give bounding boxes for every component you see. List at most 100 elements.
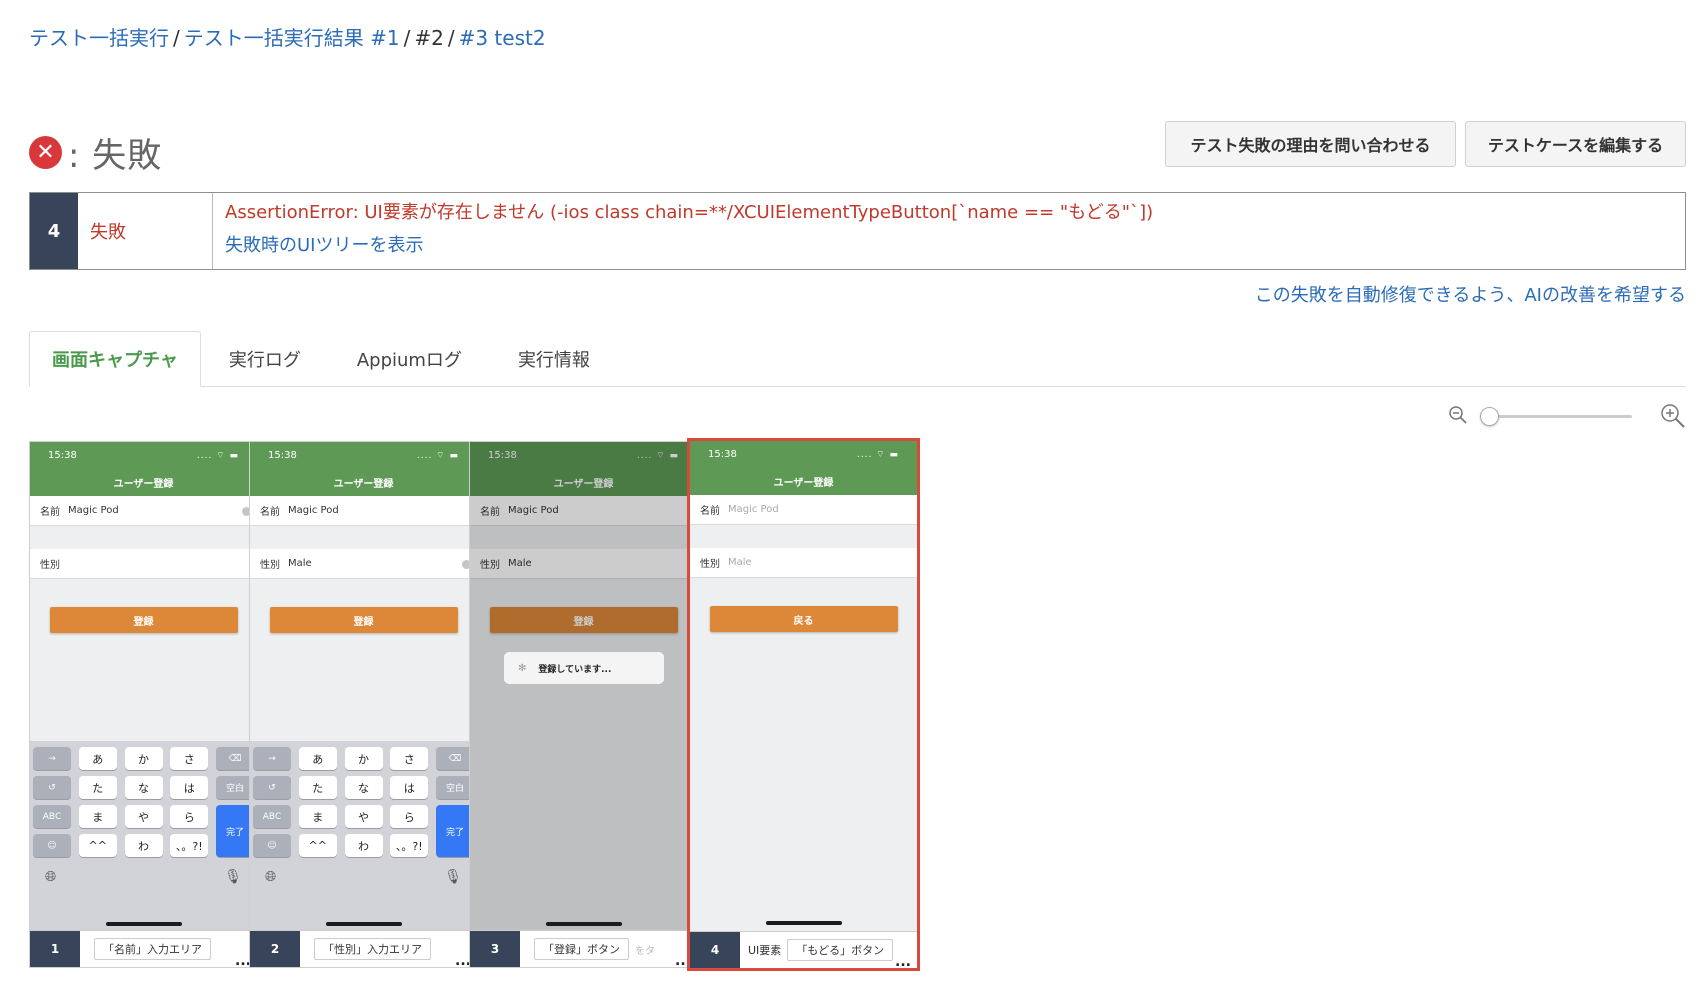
keyboard-row: ↺ た な は 空白 [253, 776, 474, 799]
breadcrumb-batch-run[interactable]: テスト一括実行 [29, 26, 169, 50]
result-status: ✕ : 失敗 [29, 128, 162, 177]
zoom-slider[interactable] [1480, 407, 1632, 426]
loading-hud: ✻ 登録しています... [504, 652, 664, 684]
screenshot-card-step-3[interactable]: 15:38 .... ⌔ ▬ ユーザー登録 名前 Magic Pod 性別 Ma… [469, 441, 698, 968]
breadcrumb-separator: / [447, 26, 455, 50]
phone-gender-label: 性別 [700, 559, 720, 570]
keyboard-key: は [390, 776, 429, 799]
screenshot-card-step-2[interactable]: 15:38 .... ⌔ ▬ ユーザー登録 名前 Magic Pod 性別 Ma… [249, 441, 478, 968]
tab-execution-info[interactable]: 実行情報 [490, 331, 618, 387]
phone-gender-value: Male [288, 558, 312, 569]
keyboard-bottom-bar: 🌐︎ 🎙︎ [33, 863, 254, 885]
phone-time: 15:38 [268, 449, 297, 461]
keyboard-key: あ [78, 747, 117, 770]
signal-wifi-battery-icon: .... ⌔ ▬ [856, 449, 899, 460]
tab-execution-log[interactable]: 実行ログ [201, 331, 329, 387]
globe-icon: 🌐︎ [265, 869, 277, 885]
breadcrumb-separator: / [173, 26, 180, 50]
device-screenshot: 15:38 .... ⌔ ▬ ユーザー登録 名前 Magic Pod 性別 Ma… [250, 442, 477, 932]
phone-gender-row: 性別 Male [250, 549, 477, 579]
dim-overlay [470, 442, 697, 932]
keyboard-row: ABC ま や ら 完了 [33, 805, 254, 857]
phone-section-gap [250, 526, 477, 549]
screenshot-card-step-4[interactable]: 15:38 .... ⌔ ▬ ユーザー登録 名前 Magic Pod 性別 Ma… [687, 438, 920, 971]
phone-section-gap [30, 526, 257, 549]
phone-name-value: Magic Pod [68, 505, 119, 516]
phone-nav-title: ユーザー登録 [250, 468, 477, 496]
phone-back-button: 戻る [709, 606, 898, 632]
keyboard-key: → [253, 747, 291, 770]
keyboard-key: わ [344, 834, 383, 857]
home-indicator [545, 922, 622, 926]
zoom-in-icon[interactable] [1660, 403, 1686, 429]
keyboard-key: は [170, 776, 209, 799]
phone-nav-title: ユーザー登録 [30, 468, 257, 496]
element-chip: 「もどる」ボタン [787, 939, 894, 961]
keyboard-key: な [344, 776, 383, 799]
element-chip: 「登録」ボタン [534, 938, 629, 960]
phone-name-label: 名前 [700, 506, 720, 517]
breadcrumb-batch-result[interactable]: テスト一括実行結果 #1 [184, 26, 400, 50]
phone-section-gap [690, 525, 917, 548]
home-indicator [765, 921, 842, 925]
keyboard-key: 、。?! [390, 834, 429, 857]
keyboard-key: あ [298, 747, 337, 770]
keyboard-key: ☺ [33, 834, 71, 857]
keyboard-row: ↺ た な は 空白 [33, 776, 254, 799]
keyboard-key: ABC [33, 805, 71, 828]
keyboard-key: ↺ [253, 776, 291, 799]
more-icon[interactable]: ... [895, 955, 911, 969]
keyboard-key: 、。?! [170, 834, 209, 857]
phone-name-value: Magic Pod [288, 505, 339, 516]
breadcrumb: テスト一括実行 / テスト一括実行結果 #1/#2/#3 test2 [29, 22, 546, 51]
device-screenshot: 15:38 .... ⌔ ▬ ユーザー登録 名前 Magic Pod 性別 Ma… [470, 442, 697, 932]
device-screenshot: 15:38 .... ⌔ ▬ ユーザー登録 名前 Magic Pod 性別 登録 [30, 442, 257, 932]
inquire-failure-reason-button[interactable]: テスト失敗の理由を問い合わせる [1165, 121, 1456, 167]
keyboard-key: ^^ [298, 834, 337, 857]
phone-name-row: 名前 Magic Pod [30, 496, 257, 526]
phone-gender-label: 性別 [260, 560, 280, 571]
screenshot-caption: 3 「登録」ボタン をタ ... [470, 930, 697, 968]
zoom-slider-handle[interactable] [1480, 407, 1499, 426]
keyboard-key: ら [390, 805, 429, 828]
phone-status-bar: 15:38 .... ⌔ ▬ [690, 441, 917, 467]
breadcrumb-test-case[interactable]: #3 test2 [459, 26, 546, 50]
phone-name-label: 名前 [260, 507, 280, 518]
screenshot-card-step-1[interactable]: 15:38 .... ⌔ ▬ ユーザー登録 名前 Magic Pod 性別 登録 [29, 441, 258, 968]
step-number-badge: 3 [470, 931, 520, 967]
loading-text: 登録しています... [538, 664, 612, 675]
keyboard-key: ま [78, 805, 117, 828]
caption-prefix: UI要素 [748, 944, 782, 957]
keyboard-key: わ [124, 834, 163, 857]
keyboard-key: ↺ [33, 776, 71, 799]
home-indicator [325, 922, 402, 926]
phone-name-row: 名前 Magic Pod [690, 495, 917, 525]
edit-test-case-button[interactable]: テストケースを編集する [1465, 121, 1686, 167]
globe-icon: 🌐︎ [45, 869, 57, 885]
keyboard-key: ま [298, 805, 337, 828]
show-ui-tree-link[interactable]: 失敗時のUIツリーを表示 [225, 235, 1673, 257]
tab-appium-log[interactable]: Appiumログ [329, 331, 490, 387]
test-result-page: テスト一括実行 / テスト一括実行結果 #1/#2/#3 test2 ✕ : 失敗 … [0, 0, 1700, 988]
result-tabs: 画面キャプチャ 実行ログ Appiumログ 実行情報 [29, 331, 1686, 387]
mic-icon: 🎙︎ [444, 869, 462, 885]
error-message: AssertionError: UI要素が存在しません (-ios class … [225, 202, 1154, 223]
phone-gender-label: 性別 [40, 560, 60, 571]
keyboard-key: さ [390, 747, 429, 770]
phone-register-button: 登録 [269, 607, 458, 633]
keyboard-row: → あ か さ ⌫ [253, 747, 474, 770]
tab-screen-capture[interactable]: 画面キャプチャ [29, 331, 201, 387]
keyboard-row: → あ か さ ⌫ [33, 747, 254, 770]
keyboard-key: や [124, 805, 163, 828]
keyboard-key: → [33, 747, 71, 770]
spinner-icon: ✻ [518, 662, 527, 674]
zoom-control [1448, 403, 1686, 429]
failure-detail-box: 4 失敗 AssertionError: UI要素が存在しません (-ios c… [29, 192, 1686, 270]
step-number-badge: 1 [30, 931, 80, 967]
phone-keyboard: → あ か さ ⌫ ↺ た な は 空白 ABC ま や ら 完了 ☺ ^^ わ… [30, 741, 257, 932]
zoom-out-icon[interactable] [1448, 405, 1468, 425]
phone-time: 15:38 [48, 449, 77, 461]
keyboard-key: た [78, 776, 117, 799]
ai-improvement-request-link[interactable]: この失敗を自動修復できるよう、AIの改善を希望する [1255, 281, 1686, 307]
phone-register-button: 登録 [49, 607, 238, 633]
